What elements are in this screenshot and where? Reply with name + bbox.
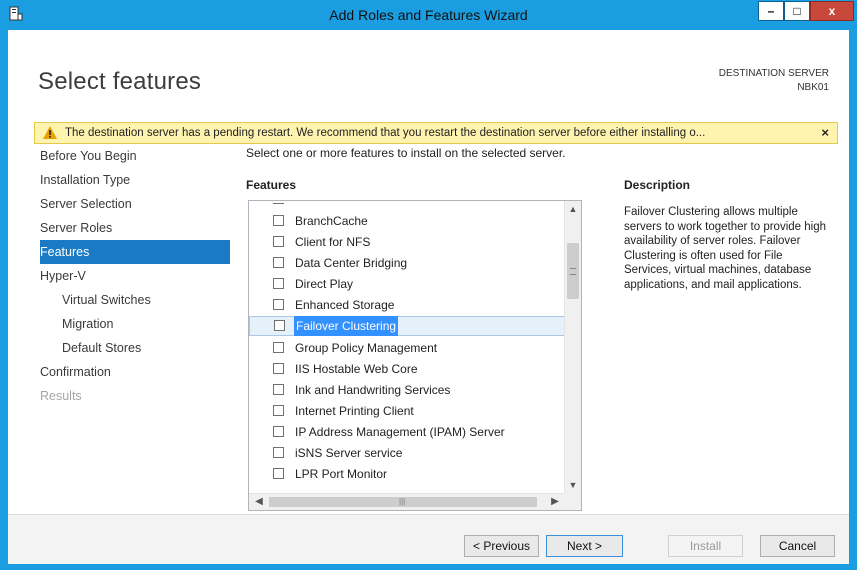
scroll-up-arrow-icon[interactable]: ▲ [565, 201, 581, 217]
vertical-scrollbar[interactable]: ▲ ▼ [564, 201, 581, 493]
feature-label: LPR Port Monitor [295, 467, 388, 481]
wizard-window: Add Roles and Features Wizard – □ x Sele… [0, 0, 857, 570]
list-item-selected[interactable]: Failover Clustering [249, 316, 565, 336]
feature-checkbox[interactable] [273, 468, 284, 479]
list-item[interactable]: IP Address Management (IPAM) Server [249, 422, 565, 442]
window-title: Add Roles and Features Wizard [329, 7, 528, 23]
instructions-text: Select one or more features to install o… [246, 146, 566, 160]
nav-label: Confirmation [40, 365, 111, 379]
next-button[interactable]: Next > [546, 535, 623, 557]
feature-checkbox[interactable] [273, 236, 284, 247]
destination-server-label: DESTINATION SERVER [718, 68, 829, 79]
vertical-scroll-thumb[interactable] [567, 243, 579, 299]
feature-label: Ink and Handwriting Services [295, 383, 451, 397]
feature-label: Group Policy Management [295, 341, 438, 355]
nav-label: Virtual Switches [62, 293, 151, 307]
feature-label: Enhanced Storage [295, 298, 395, 312]
list-item[interactable]: iSNS Server service [249, 443, 565, 463]
list-item[interactable]: Group Policy Management [249, 338, 565, 358]
cancel-button[interactable]: Cancel [760, 535, 835, 557]
wizard-navigation: Before You Begin Installation Type Serve… [40, 144, 230, 408]
feature-checkbox[interactable] [273, 342, 284, 353]
feature-checkbox[interactable] [273, 384, 284, 395]
nav-label: Hyper-V [40, 269, 86, 283]
nav-before-you-begin[interactable]: Before You Begin [40, 144, 230, 168]
feature-label: Client for NFS [295, 235, 371, 249]
wizard-footer: < Previous Next > Install Cancel [8, 514, 849, 564]
grip-icon: ||| [399, 497, 406, 506]
nav-label: Installation Type [40, 173, 131, 187]
nav-default-stores[interactable]: Default Stores [40, 336, 230, 360]
scroll-right-arrow-icon[interactable]: ▶ [547, 494, 563, 510]
nav-label: Before You Begin [40, 149, 137, 163]
page-title: Select features [38, 68, 202, 95]
scroll-left-arrow-icon[interactable]: ◀ [251, 494, 267, 510]
list-item[interactable]: BranchCache [249, 211, 565, 231]
nav-virtual-switches[interactable]: Virtual Switches [40, 288, 230, 312]
nav-server-selection[interactable]: Server Selection [40, 192, 230, 216]
feature-label: BranchCache [295, 214, 368, 228]
nav-installation-type[interactable]: Installation Type [40, 168, 230, 192]
minimize-button[interactable]: – [758, 1, 784, 21]
wizard-content: Select features DESTINATION SERVER NBK01… [8, 30, 849, 564]
dismiss-warning-button[interactable]: × [821, 125, 829, 140]
warning-icon [43, 126, 57, 139]
nav-server-roles[interactable]: Server Roles [40, 216, 230, 240]
horizontal-scroll-thumb[interactable]: ||| [269, 497, 537, 507]
nav-label: Features [40, 245, 90, 259]
close-button[interactable]: x [810, 1, 854, 21]
feature-label: Internet Printing Client [295, 404, 414, 418]
nav-migration[interactable]: Migration [40, 312, 230, 336]
maximize-button[interactable]: □ [784, 1, 810, 21]
list-item[interactable]: IIS Hostable Web Core [249, 359, 565, 379]
grip-icon [570, 268, 576, 275]
list-item[interactable]: Ink and Handwriting Services [249, 380, 565, 400]
feature-checkbox[interactable] [274, 320, 285, 331]
list-item[interactable]: Client for NFS [249, 232, 565, 252]
pending-restart-warning: The destination server has a pending res… [34, 122, 838, 144]
nav-label: Default Stores [62, 341, 142, 355]
feature-checkbox[interactable] [273, 278, 284, 289]
feature-checkbox[interactable] [273, 447, 284, 458]
feature-checkbox[interactable] [273, 405, 284, 416]
list-item[interactable]: Data Center Bridging [249, 253, 565, 273]
partial-checkbox [273, 201, 284, 204]
scrollbar-corner [564, 493, 581, 510]
description-text: Failover Clustering allows multiple serv… [624, 206, 826, 291]
feature-label: iSNS Server service [295, 446, 403, 460]
install-button: Install [668, 535, 743, 557]
list-item[interactable]: Enhanced Storage [249, 295, 565, 315]
features-list[interactable]: BranchCache Client for NFS Data Center B… [248, 200, 582, 511]
horizontal-scrollbar[interactable]: ◀ ||| ▶ [249, 493, 565, 510]
title-bar[interactable]: Add Roles and Features Wizard – □ x [0, 0, 857, 30]
nav-hyper-v[interactable]: Hyper-V [40, 264, 230, 288]
feature-label: IP Address Management (IPAM) Server [295, 425, 505, 439]
destination-server-name: NBK01 [797, 82, 829, 93]
feature-label: Data Center Bridging [295, 256, 408, 270]
feature-checkbox[interactable] [273, 299, 284, 310]
nav-results: Results [40, 384, 230, 408]
feature-label: IIS Hostable Web Core [295, 362, 418, 376]
feature-checkbox[interactable] [273, 257, 284, 268]
feature-checkbox[interactable] [273, 215, 284, 226]
features-heading: Features [246, 178, 297, 192]
description-heading: Description [624, 178, 691, 192]
list-item[interactable]: Internet Printing Client [249, 401, 565, 421]
scroll-down-arrow-icon[interactable]: ▼ [565, 477, 581, 493]
list-item[interactable]: LPR Port Monitor [249, 464, 565, 484]
feature-label: Direct Play [295, 277, 354, 291]
warning-text: The destination server has a pending res… [65, 127, 706, 139]
nav-features[interactable]: Features [40, 240, 230, 264]
list-item[interactable]: Direct Play [249, 274, 565, 294]
nav-label: Server Selection [40, 197, 132, 211]
nav-label: Migration [62, 317, 114, 331]
feature-checkbox[interactable] [273, 363, 284, 374]
features-list-rows: BranchCache Client for NFS Data Center B… [249, 201, 565, 493]
previous-button[interactable]: < Previous [464, 535, 539, 557]
nav-label: Server Roles [40, 221, 113, 235]
feature-label: Failover Clustering [294, 316, 399, 336]
nav-confirmation[interactable]: Confirmation [40, 360, 230, 384]
nav-label: Results [40, 389, 82, 403]
feature-checkbox[interactable] [273, 426, 284, 437]
